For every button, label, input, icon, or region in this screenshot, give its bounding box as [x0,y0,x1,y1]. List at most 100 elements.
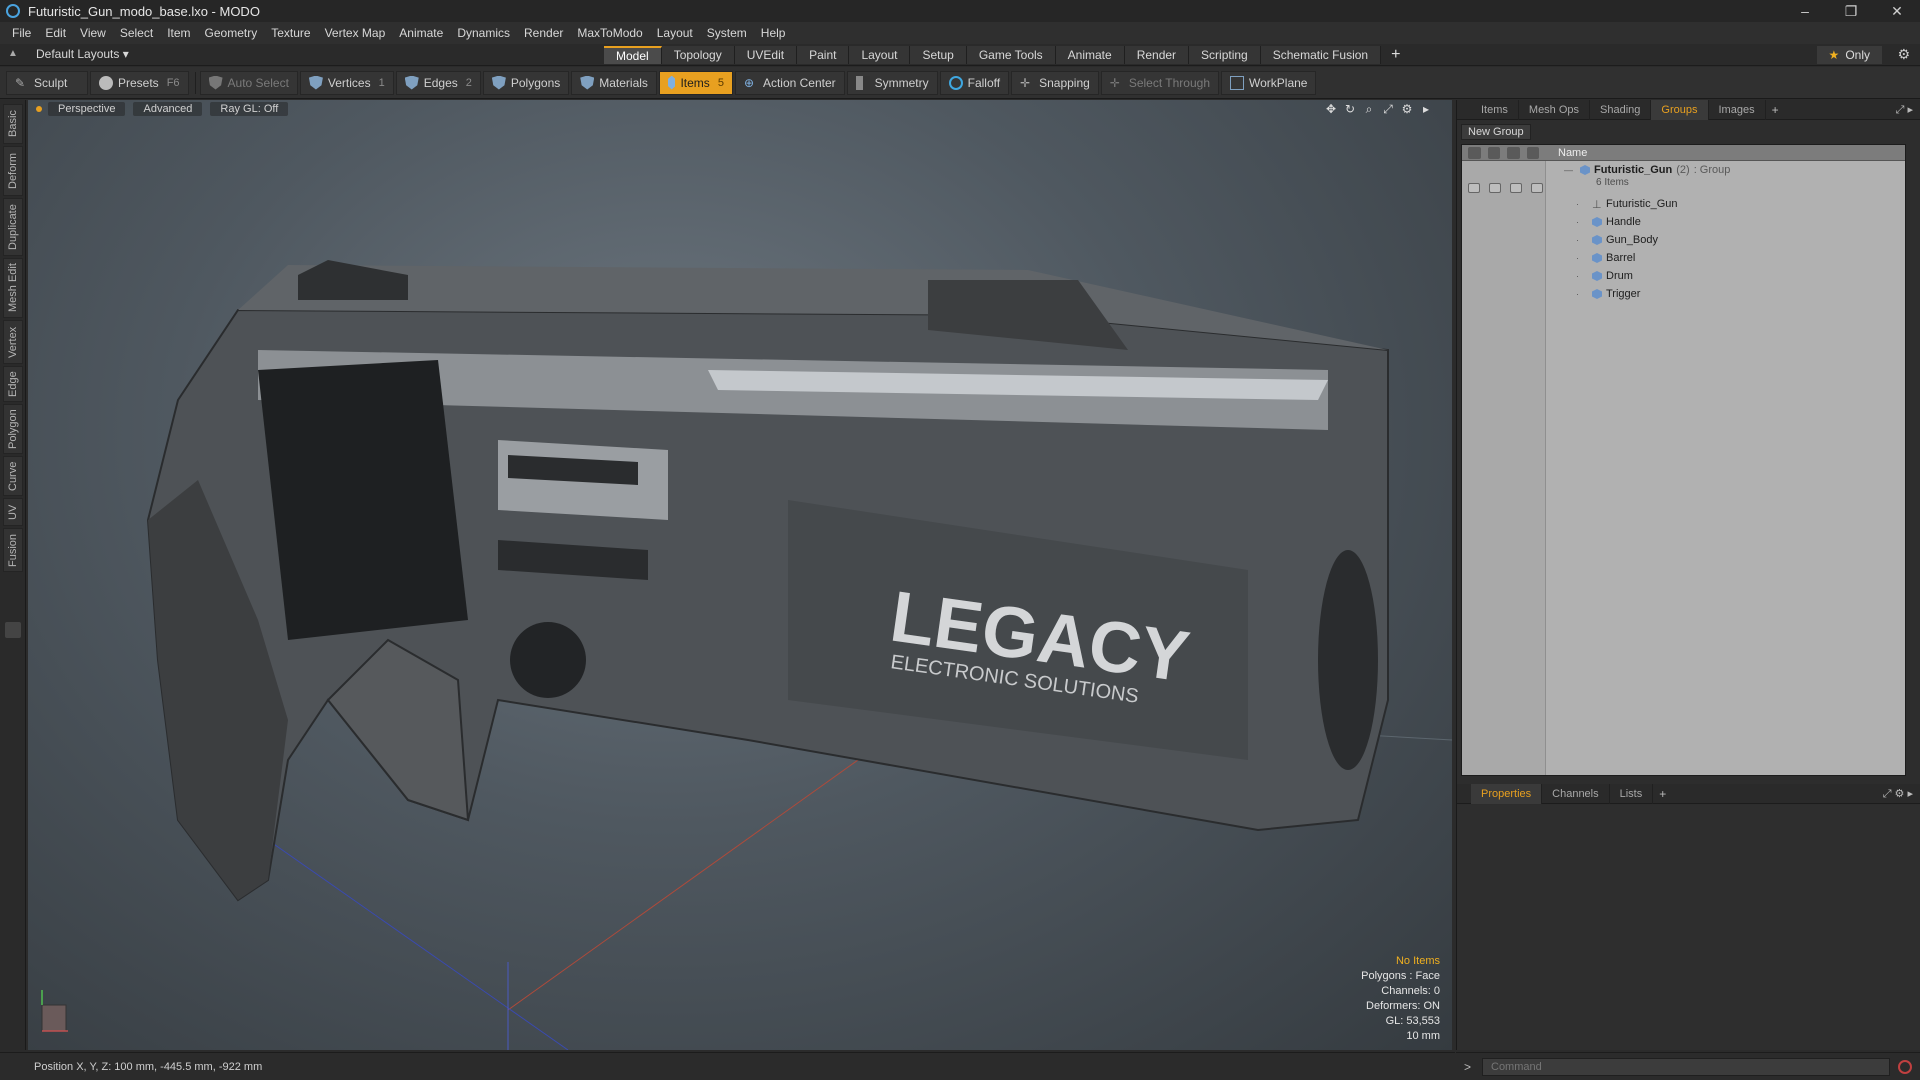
zoom-view-icon[interactable]: ⌕ [1361,102,1377,116]
panel-toggle-button[interactable] [5,622,21,638]
name-column-header[interactable]: Name [1546,147,1587,159]
vtab-polygon[interactable]: Polygon [3,404,23,454]
menu-select[interactable]: Select [120,26,153,40]
tab-paint[interactable]: Paint [797,46,850,64]
vtab-edge[interactable]: Edge [3,366,23,402]
vtab-uv[interactable]: UV [3,498,23,526]
tab-scripting[interactable]: Scripting [1189,46,1261,64]
render-column-icon[interactable] [1487,146,1500,159]
menu-view[interactable]: View [80,26,106,40]
list-item-trigger[interactable]: · Trigger [1546,285,1906,303]
tab-setup[interactable]: Setup [910,46,967,64]
rotate-view-icon[interactable]: ↻ [1342,102,1358,116]
vtab-vertex[interactable]: Vertex [3,320,23,364]
items-button[interactable]: Items 5 [658,70,733,95]
viewport-gear-icon[interactable]: ⚙ [1399,102,1415,116]
restore-icon[interactable]: ❐ [1828,0,1874,22]
tab-items[interactable]: Items [1471,99,1519,120]
select-through-button[interactable]: ✛ Select Through [1100,70,1219,95]
tab-schematic-fusion[interactable]: Schematic Fusion [1260,46,1382,64]
tab-lists[interactable]: Lists [1610,783,1654,804]
tab-layout[interactable]: Layout [849,46,911,64]
close-icon[interactable]: ✕ [1874,0,1920,22]
layout-dropdown[interactable]: ▲ Default Layouts ▾ [8,47,129,61]
viewport-options-icon[interactable] [36,106,42,112]
list-item-futuristic-gun-locator[interactable]: · ⊥ Futuristic_Gun [1546,195,1906,213]
fit-view-icon[interactable]: ⤢ [1380,102,1396,116]
workplane-button[interactable]: WorkPlane [1221,70,1317,95]
menu-vertex-map[interactable]: Vertex Map [325,26,386,40]
sculpt-button[interactable]: ✎ Sculpt [6,70,88,95]
tab-channels[interactable]: Channels [1542,783,1610,804]
snapping-button[interactable]: ✛ Snapping [1011,70,1099,95]
menu-render[interactable]: Render [524,26,563,40]
menu-dynamics[interactable]: Dynamics [457,26,510,40]
add-tab-icon[interactable]: + [1391,46,1400,64]
vtab-mesh-edit[interactable]: Mesh Edit [3,258,23,318]
tab-mesh-ops[interactable]: Mesh Ops [1519,99,1591,120]
menu-geometry[interactable]: Geometry [205,26,258,40]
stop-icon[interactable] [1898,1059,1912,1074]
tab-game-tools[interactable]: Game Tools [966,46,1056,64]
tab-uvedit[interactable]: UVEdit [734,46,798,64]
vtab-fusion[interactable]: Fusion [3,528,23,572]
raygl-dropdown[interactable]: Ray GL: Off [210,102,289,116]
action-center-button[interactable]: ⊕ Action Center [734,70,845,95]
auto-select-button[interactable]: Auto Select [199,70,298,95]
select-column-icon[interactable] [1526,146,1539,159]
menu-item[interactable]: Item [167,26,190,40]
lock-toggle-icon[interactable] [1510,183,1522,193]
symmetry-button[interactable]: Symmetry [846,70,938,95]
menu-texture[interactable]: Texture [271,26,310,40]
presets-button[interactable]: Presets F6 [90,70,189,95]
menu-help[interactable]: Help [761,26,786,40]
vtab-duplicate[interactable]: Duplicate [3,198,23,256]
viewport-expand-icon[interactable]: ▸ [1418,102,1434,116]
tab-model[interactable]: Model [604,46,662,64]
collapse-arrow-icon[interactable]: — [1564,165,1574,175]
list-item-drum[interactable]: · Drum [1546,267,1906,285]
command-input[interactable] [1482,1057,1890,1076]
tab-shading[interactable]: Shading [1590,99,1652,120]
tab-images[interactable]: Images [1709,99,1766,120]
menu-edit[interactable]: Edit [45,26,66,40]
add-panel-tab-icon[interactable]: + [1772,103,1779,117]
polygons-button[interactable]: Polygons [482,70,570,95]
add-props-tab-icon[interactable]: + [1659,787,1666,801]
shading-dropdown[interactable]: Advanced [133,102,203,116]
vertices-button[interactable]: Vertices 1 [299,70,394,95]
tab-render[interactable]: Render [1124,46,1190,64]
vtab-curve[interactable]: Curve [3,456,23,496]
falloff-button[interactable]: Falloff [939,70,1010,95]
menu-animate[interactable]: Animate [399,26,443,40]
edges-button[interactable]: Edges 2 [395,70,481,95]
vtab-basic[interactable]: Basic [3,104,23,144]
panel-maximize-icon[interactable]: ⤢ ▸ [1896,103,1913,117]
select-toggle-icon[interactable] [1531,183,1543,193]
tab-properties[interactable]: Properties [1471,783,1543,804]
minimize-icon[interactable]: – [1782,0,1828,22]
tab-groups[interactable]: Groups [1651,99,1709,120]
menu-file[interactable]: File [12,26,31,40]
menu-system[interactable]: System [707,26,747,40]
only-button[interactable]: ★ Only [1816,46,1882,64]
menu-maxtomodo[interactable]: MaxToModo [577,26,642,40]
move-view-icon[interactable]: ✥ [1323,102,1339,116]
eye-column-icon[interactable] [1468,146,1481,159]
new-group-button[interactable]: New Group [1461,124,1531,140]
vtab-deform[interactable]: Deform [3,146,23,196]
props-panel-options-icon[interactable]: ⤢ ⚙ ▸ [1883,787,1913,801]
tab-topology[interactable]: Topology [661,46,735,64]
tab-animate[interactable]: Animate [1055,46,1125,64]
viewport-scene[interactable]: LEGACY ELECTRONIC SOLUTIONS [28,100,1452,1050]
collapse-up-icon[interactable]: ▲ [8,48,20,60]
3d-viewport[interactable]: LEGACY ELECTRONIC SOLUTIONS Perspective … [28,100,1452,1050]
gear-icon[interactable]: ⚙ [1897,46,1910,63]
render-toggle-icon[interactable] [1489,183,1501,193]
menu-layout[interactable]: Layout [657,26,693,40]
command-history-icon[interactable]: > [1464,1060,1476,1074]
list-item-gun-body[interactable]: · Gun_Body [1546,231,1906,249]
view-type-dropdown[interactable]: Perspective [48,102,126,116]
list-item-handle[interactable]: · Handle [1546,213,1906,231]
list-item-barrel[interactable]: · Barrel [1546,249,1906,267]
